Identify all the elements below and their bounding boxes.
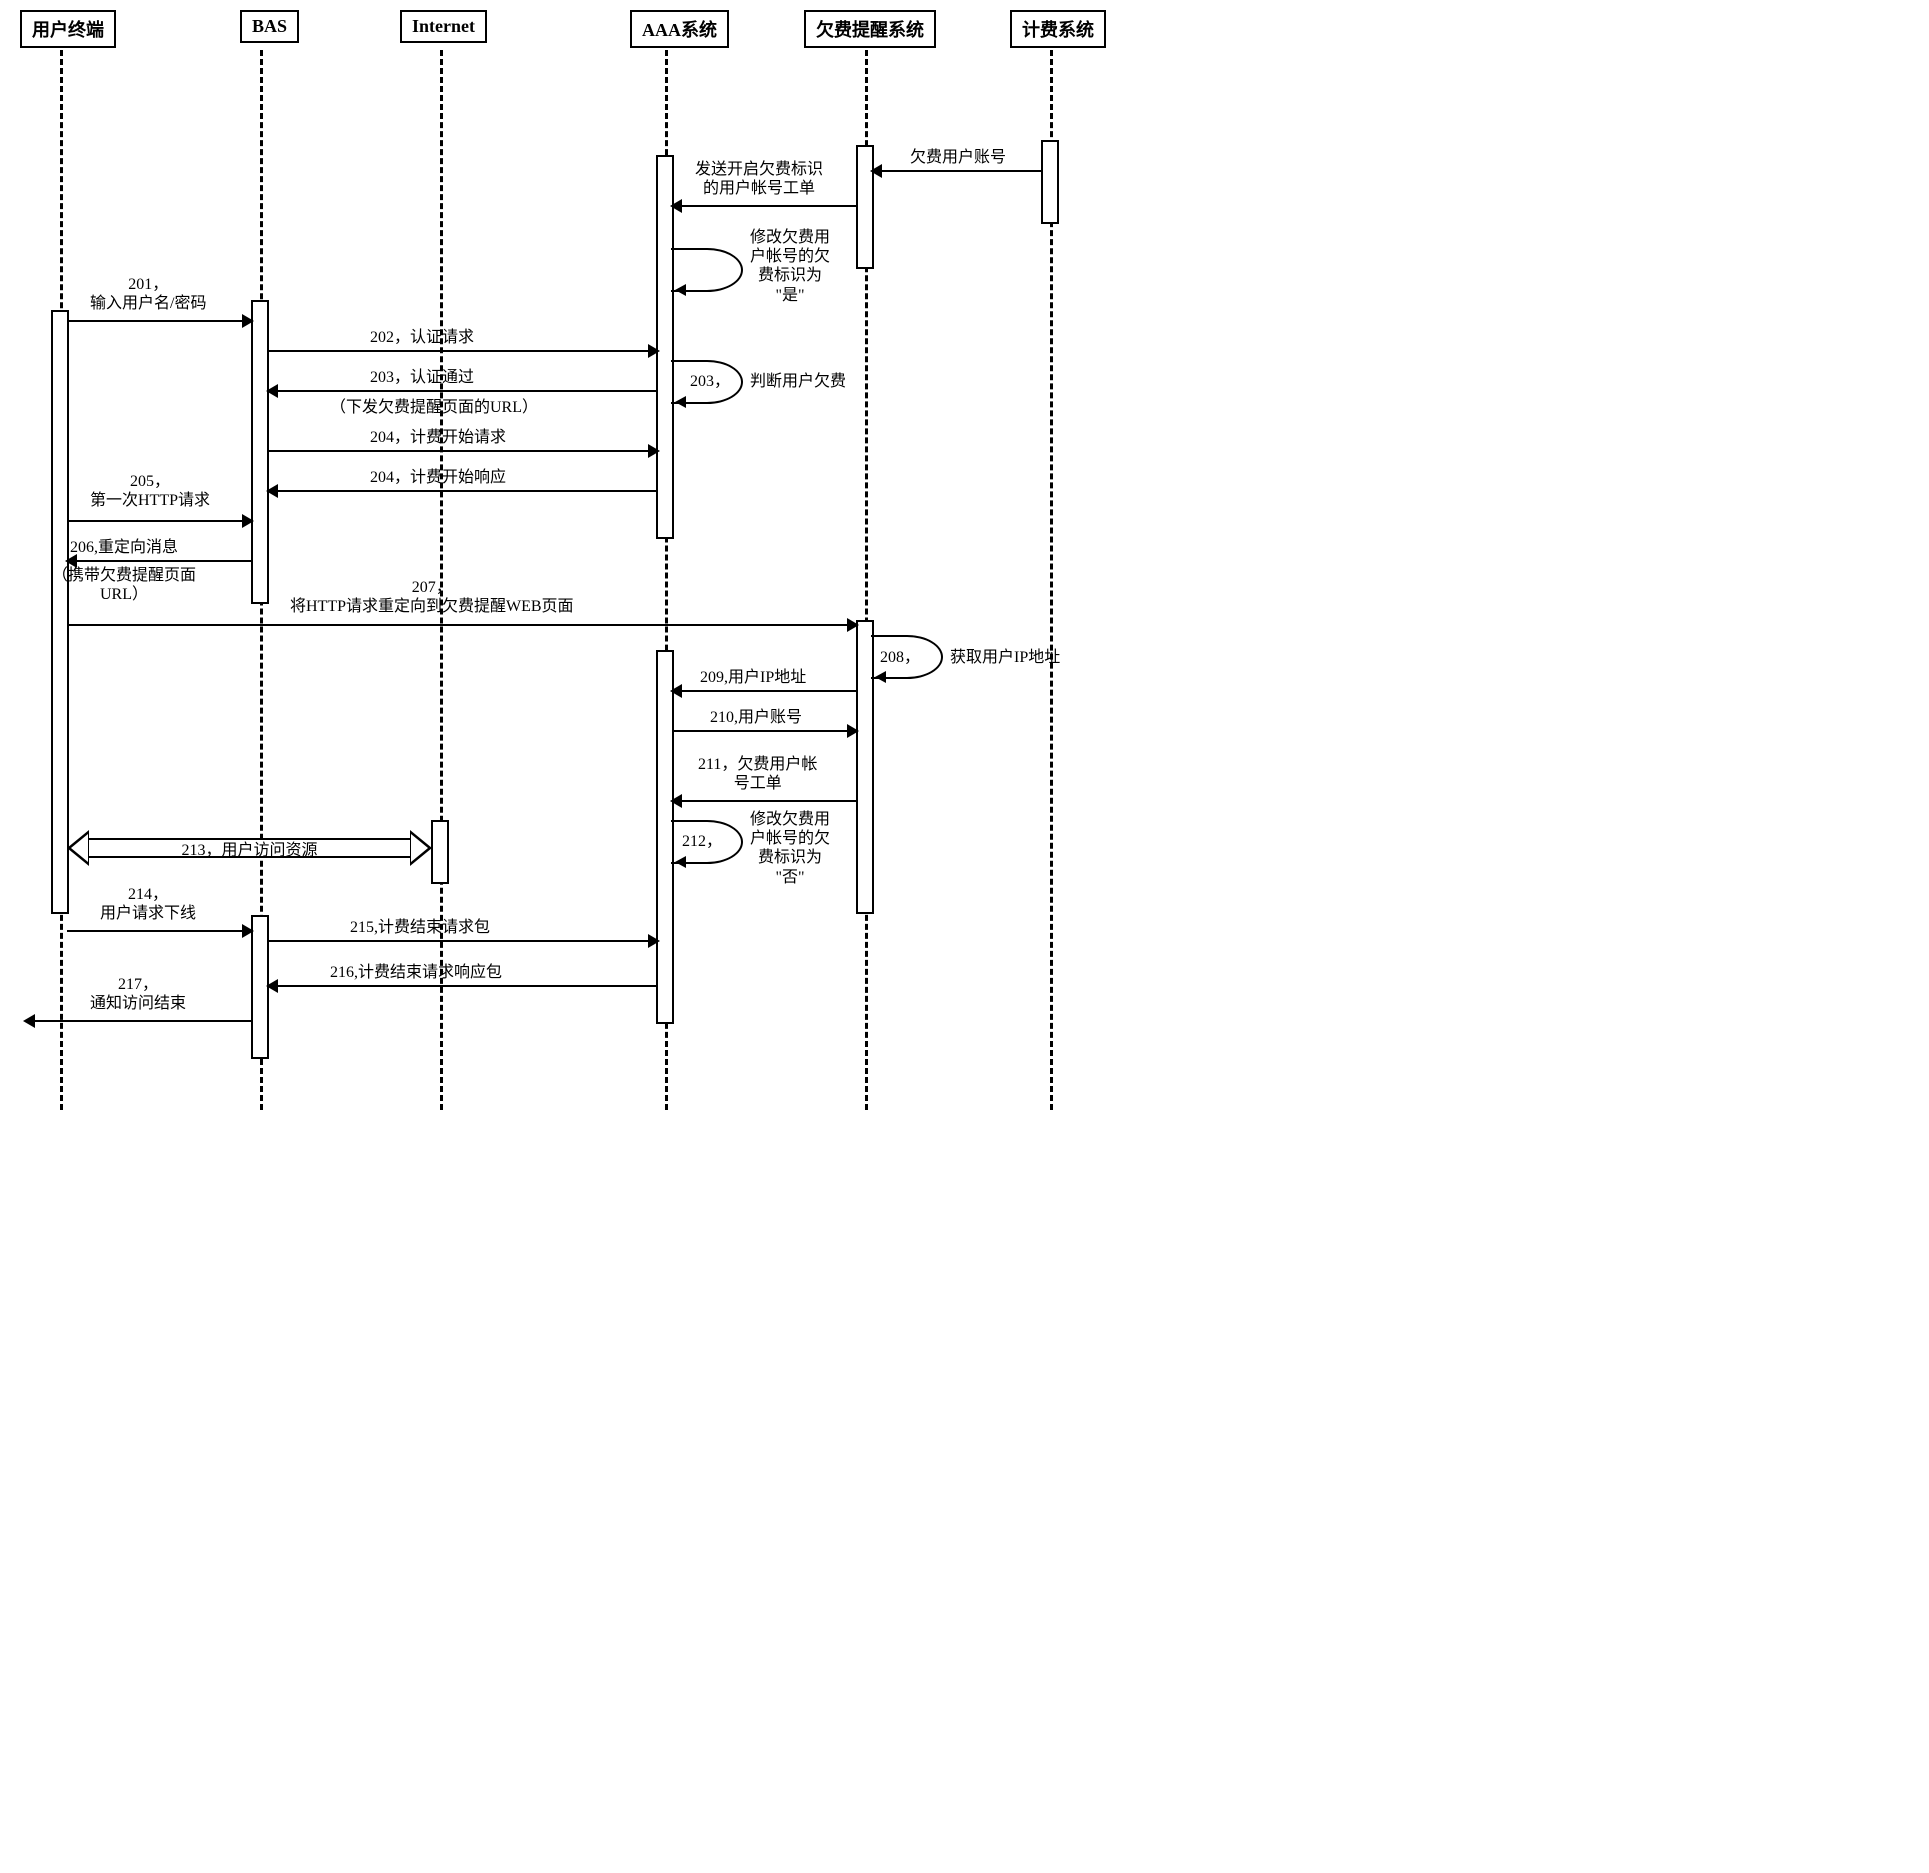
participant-user: 用户终端 <box>20 10 116 48</box>
label-203: 203，认证通过 <box>370 368 474 387</box>
label-203b: （下发欠费提醒页面的URL） <box>330 398 538 417</box>
label-205: 205， 第一次HTTP请求 <box>90 472 210 510</box>
arrow-206 <box>67 560 252 562</box>
label-214: 214， 用户请求下线 <box>100 885 196 923</box>
label-loop1: 修改欠费用 户帐号的欠 费标识为 "是" <box>750 228 830 305</box>
arrow-214 <box>67 930 252 932</box>
arrow-211 <box>672 800 857 802</box>
arrow-209 <box>672 690 857 692</box>
participant-aaa: AAA系统 <box>630 10 729 48</box>
participant-bas: BAS <box>240 10 299 43</box>
arrow-215 <box>268 940 658 942</box>
arrow-204a <box>268 450 658 452</box>
arrow-202 <box>268 350 658 352</box>
arrow-billing-to-reminder <box>872 170 1042 172</box>
activation-internet <box>431 820 449 884</box>
arrow-204b <box>268 490 658 492</box>
label-201: 201， 输入用户名/密码 <box>90 275 206 313</box>
label-210: 210,用户账号 <box>710 708 802 727</box>
label-207: 207， 将HTTP请求重定向到欠费提醒WEB页面 <box>290 578 574 616</box>
label-m0b: 发送开启欠费标识 的用户帐号工单 <box>695 160 823 198</box>
label-204a: 204，计费开始请求 <box>370 428 506 447</box>
label-202: 202，认证请求 <box>370 328 474 347</box>
label-215: 215,计费结束请求包 <box>350 918 490 937</box>
activation-bas-1 <box>251 300 269 604</box>
label-212num: 212， <box>682 832 722 851</box>
block-arrow-213: 213，用户访问资源 <box>67 830 432 866</box>
label-211: 211，欠费用户帐 号工单 <box>698 755 817 793</box>
label-206b: （携带欠费提醒页面 URL） <box>52 566 196 604</box>
participant-reminder: 欠费提醒系统 <box>804 10 936 48</box>
label-203txt: 判断用户欠费 <box>750 372 846 391</box>
arrow-217 <box>25 1020 252 1022</box>
arrow-205 <box>67 520 252 522</box>
label-206: 206,重定向消息 <box>70 538 178 557</box>
label-208txt: 获取用户IP地址 <box>950 648 1060 667</box>
label-m0a: 欠费用户账号 <box>910 148 1006 167</box>
label-216: 216,计费结束请求响应包 <box>330 963 502 982</box>
activation-user <box>51 310 69 914</box>
label-212txt: 修改欠费用 户帐号的欠 费标识为 "否" <box>750 810 830 887</box>
arrow-201 <box>67 320 252 322</box>
arrow-216 <box>268 985 658 987</box>
arrow-207 <box>67 624 857 626</box>
sequence-diagram: 用户终端 BAS Internet AAA系统 欠费提醒系统 计费系统 欠费用户… <box>10 10 1130 1110</box>
label-208num: 208， <box>880 648 920 667</box>
label-213: 213，用户访问资源 <box>89 838 410 858</box>
activation-billing <box>1041 140 1059 224</box>
label-209: 209,用户IP地址 <box>700 668 806 687</box>
arrow-203 <box>268 390 658 392</box>
participant-internet: Internet <box>400 10 487 43</box>
selfloop-flag-yes <box>671 248 743 292</box>
arrow-210 <box>672 730 857 732</box>
arrow-reminder-to-aaa-open <box>672 205 857 207</box>
label-203num: 203， <box>690 372 730 391</box>
label-217: 217， 通知访问结束 <box>90 975 186 1013</box>
label-204b: 204，计费开始响应 <box>370 468 506 487</box>
participant-billing: 计费系统 <box>1010 10 1106 48</box>
